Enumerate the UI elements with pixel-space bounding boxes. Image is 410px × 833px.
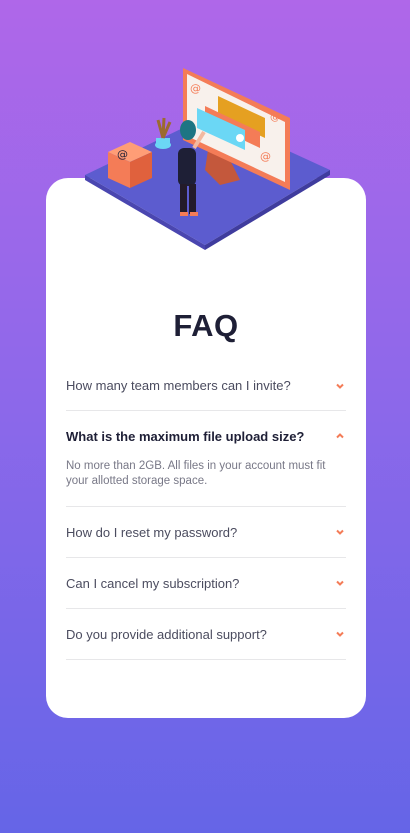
chevron-down-icon xyxy=(336,529,344,535)
faq-question-text: Can I cancel my subscription? xyxy=(66,575,240,591)
faq-list: How many team members can I invite? What… xyxy=(66,361,346,660)
svg-text:@: @ xyxy=(260,150,271,163)
faq-answer: No more than 2GB. All files in your acco… xyxy=(66,460,326,487)
woman-online-illustration: @ @ @ @ xyxy=(85,68,330,250)
svg-text:@: @ xyxy=(270,112,280,123)
faq-question-button[interactable]: Do you provide additional support? xyxy=(66,609,346,659)
page-title: FAQ xyxy=(173,308,239,343)
faq-item-cancel-subscription: Can I cancel my subscription? xyxy=(66,558,346,609)
chevron-down-icon xyxy=(336,580,344,586)
faq-question-button[interactable]: How many team members can I invite? xyxy=(66,361,346,410)
chevron-down-icon xyxy=(336,631,344,637)
faq-question-text: How do I reset my password? xyxy=(66,524,238,540)
faq-item-upload-size: What is the maximum file upload size? No… xyxy=(66,411,346,507)
faq-question-text: What is the maximum file upload size? xyxy=(66,428,305,444)
faq-question-text: How many team members can I invite? xyxy=(66,378,291,393)
faq-item-team-members: How many team members can I invite? xyxy=(66,361,346,411)
chevron-down-icon xyxy=(336,383,344,389)
faq-item-reset-password: How do I reset my password? xyxy=(66,507,346,558)
faq-item-additional-support: Do you provide additional support? xyxy=(66,609,346,660)
faq-question-button[interactable]: What is the maximum file upload size? xyxy=(66,411,346,461)
svg-text:@: @ xyxy=(117,148,128,161)
chevron-up-icon xyxy=(336,433,344,439)
faq-card: FAQ How many team members can I invite? … xyxy=(46,178,366,718)
svg-text:@: @ xyxy=(190,82,201,95)
faq-question-button[interactable]: How do I reset my password? xyxy=(66,507,346,557)
faq-question-button[interactable]: Can I cancel my subscription? xyxy=(66,558,346,608)
faq-question-text: Do you provide additional support? xyxy=(66,626,267,642)
